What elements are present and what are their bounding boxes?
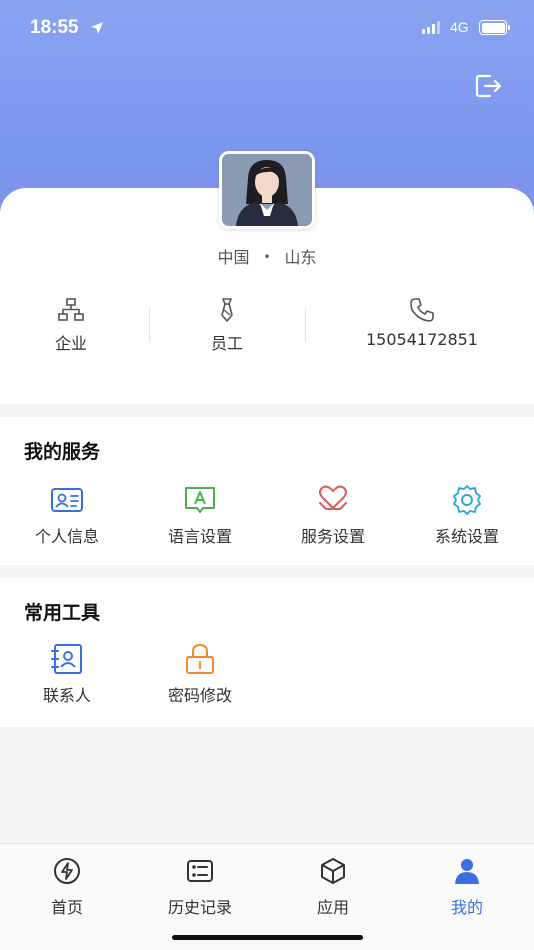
battery-icon xyxy=(479,20,510,35)
heart-hands-icon xyxy=(319,485,347,510)
service-label: 服务设置 xyxy=(300,527,365,546)
service-personal-info[interactable]: 个人信息 xyxy=(0,483,134,547)
lock-icon xyxy=(186,643,214,674)
tool-password[interactable]: 密码修改 xyxy=(133,642,267,706)
language-icon xyxy=(185,487,215,513)
tools-title: 常用工具 xyxy=(24,602,101,624)
service-language[interactable]: 语言设置 xyxy=(133,483,267,547)
person-icon xyxy=(455,859,479,884)
contacts-icon xyxy=(51,644,82,674)
tab-label: 历史记录 xyxy=(167,898,232,917)
divider xyxy=(305,308,306,342)
service-label: 语言设置 xyxy=(167,527,232,546)
tab-mine[interactable]: 我的 xyxy=(400,856,534,918)
tab-bar: 首页 历史记录 应用 我的 xyxy=(0,843,534,950)
status-time: 18:55 xyxy=(30,17,79,38)
signal-icon xyxy=(422,21,440,34)
service-label: 个人信息 xyxy=(34,527,99,546)
company-stat[interactable]: 企业 xyxy=(32,296,110,354)
country-label: 中国 xyxy=(217,248,250,267)
lightning-icon xyxy=(54,858,80,884)
cube-icon xyxy=(321,858,345,884)
location-separator: • xyxy=(263,250,271,264)
tab-label: 应用 xyxy=(316,898,349,917)
location-text: 中国 • 山东 xyxy=(0,244,534,268)
service-label: 系统设置 xyxy=(434,527,499,546)
province-label: 山东 xyxy=(284,248,317,267)
tool-contacts[interactable]: 联系人 xyxy=(0,642,134,706)
id-card-icon xyxy=(51,488,83,512)
logout-icon[interactable] xyxy=(472,70,504,102)
service-settings[interactable]: 服务设置 xyxy=(266,483,400,547)
tab-label: 首页 xyxy=(50,898,83,917)
avatar-portrait xyxy=(222,154,312,226)
gear-icon xyxy=(453,485,481,515)
divider xyxy=(149,308,150,342)
tab-home[interactable]: 首页 xyxy=(0,856,134,918)
location-arrow-icon xyxy=(91,22,103,34)
org-chart-icon xyxy=(58,298,84,321)
company-label: 企业 xyxy=(54,334,87,353)
network-type: 4G xyxy=(450,19,469,35)
home-indicator xyxy=(172,935,363,940)
employee-stat[interactable]: 员工 xyxy=(188,296,266,354)
tab-history[interactable]: 历史记录 xyxy=(133,856,267,918)
phone-stat[interactable]: 15054172851 xyxy=(352,296,492,349)
history-list-icon xyxy=(187,860,213,882)
tab-apps[interactable]: 应用 xyxy=(266,856,400,918)
employee-label: 员工 xyxy=(210,334,243,353)
service-system-settings[interactable]: 系统设置 xyxy=(400,483,534,547)
services-section: 我的服务 个人信息 语言设置 服务设置 系统设置 xyxy=(0,417,534,565)
phone-number: 15054172851 xyxy=(366,330,478,349)
tool-label: 联系人 xyxy=(42,686,91,705)
profile-stats: 企业 员工 15054172851 xyxy=(0,296,534,356)
tie-icon xyxy=(221,298,233,322)
tools-section: 常用工具 联系人 密码修改 xyxy=(0,578,534,727)
avatar[interactable] xyxy=(219,151,315,229)
tab-label: 我的 xyxy=(450,898,483,917)
services-title: 我的服务 xyxy=(24,441,101,463)
status-bar: 18:55 4G xyxy=(0,0,534,56)
tool-label: 密码修改 xyxy=(167,686,232,705)
phone-icon xyxy=(410,298,434,322)
